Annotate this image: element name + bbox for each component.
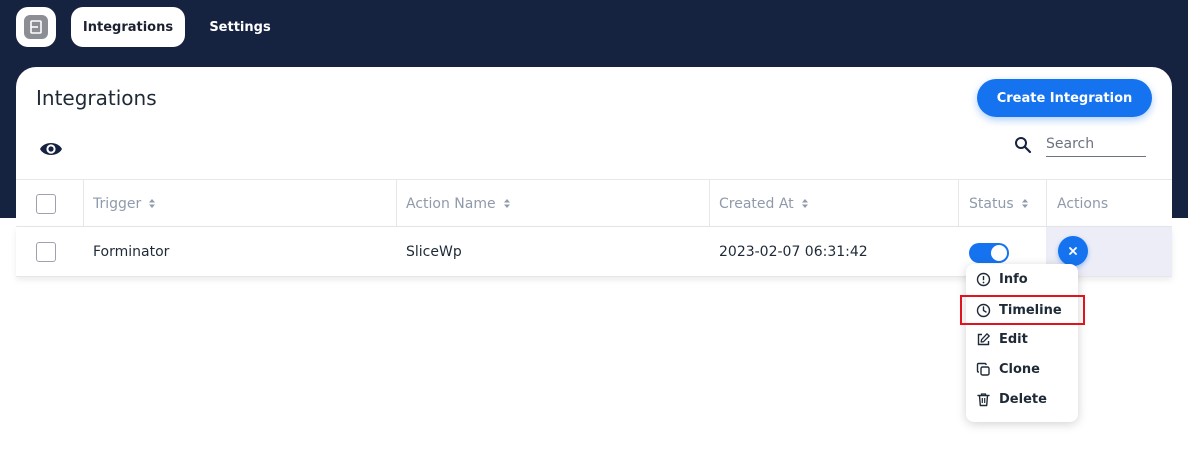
cell-trigger: Forminator [93,243,170,260]
row-checkbox[interactable] [36,242,56,262]
menu-item-edit[interactable]: Edit [966,325,1078,353]
cell-created-at: 2023-02-07 06:31:42 [719,243,868,260]
sort-icon [503,199,510,208]
column-trigger[interactable]: Trigger [83,180,396,227]
integrations-card: Integrations Create Integration Trigger … [16,67,1172,449]
logo-icon [24,15,48,39]
clock-icon [976,303,991,317]
column-status[interactable]: Status [958,180,1046,227]
column-actions-label: Actions [1057,195,1109,212]
info-icon [976,272,991,286]
toggle-knob [991,245,1007,261]
create-integration-button[interactable]: Create Integration [977,79,1152,117]
menu-item-label: Timeline [999,302,1062,318]
page-title: Integrations [36,86,157,110]
edit-icon [977,332,990,345]
status-toggle[interactable] [969,243,1009,263]
menu-item-timeline[interactable]: Timeline [960,295,1085,325]
column-action-name[interactable]: Action Name [396,180,709,227]
select-all-checkbox[interactable] [36,194,56,214]
nav-tab-integrations[interactable]: Integrations [71,7,185,47]
trash-icon [977,392,990,406]
close-actions-button[interactable] [1058,236,1088,266]
column-actions: Actions [1046,180,1172,227]
sort-icon [1021,199,1028,208]
menu-item-clone[interactable]: Clone [966,355,1078,383]
search-input[interactable] [1046,131,1146,157]
copy-icon [976,362,990,376]
menu-item-label: Clone [999,361,1040,377]
menu-item-label: Info [999,271,1028,287]
app-logo[interactable] [16,7,56,47]
actions-menu: Info Timeline Edit Clone Delete [960,264,1085,422]
menu-item-info[interactable]: Info [966,265,1078,293]
column-trigger-label: Trigger [93,195,142,212]
sort-icon [149,199,156,208]
column-created-at-label: Created At [719,195,794,212]
nav-tab-settings[interactable]: Settings [198,7,282,47]
column-created-at[interactable]: Created At [709,180,958,227]
column-action-name-label: Action Name [406,195,496,212]
search-icon [1015,137,1032,154]
menu-item-label: Edit [999,331,1028,347]
close-icon [1069,247,1077,255]
table-header: Trigger Action Name Created At Status Ac… [16,179,1172,227]
eye-icon[interactable] [39,140,63,158]
column-status-label: Status [969,195,1014,212]
menu-item-delete[interactable]: Delete [966,385,1078,413]
sort-icon [801,199,808,208]
cell-action-name: SliceWp [406,243,462,260]
menu-item-label: Delete [999,391,1047,407]
